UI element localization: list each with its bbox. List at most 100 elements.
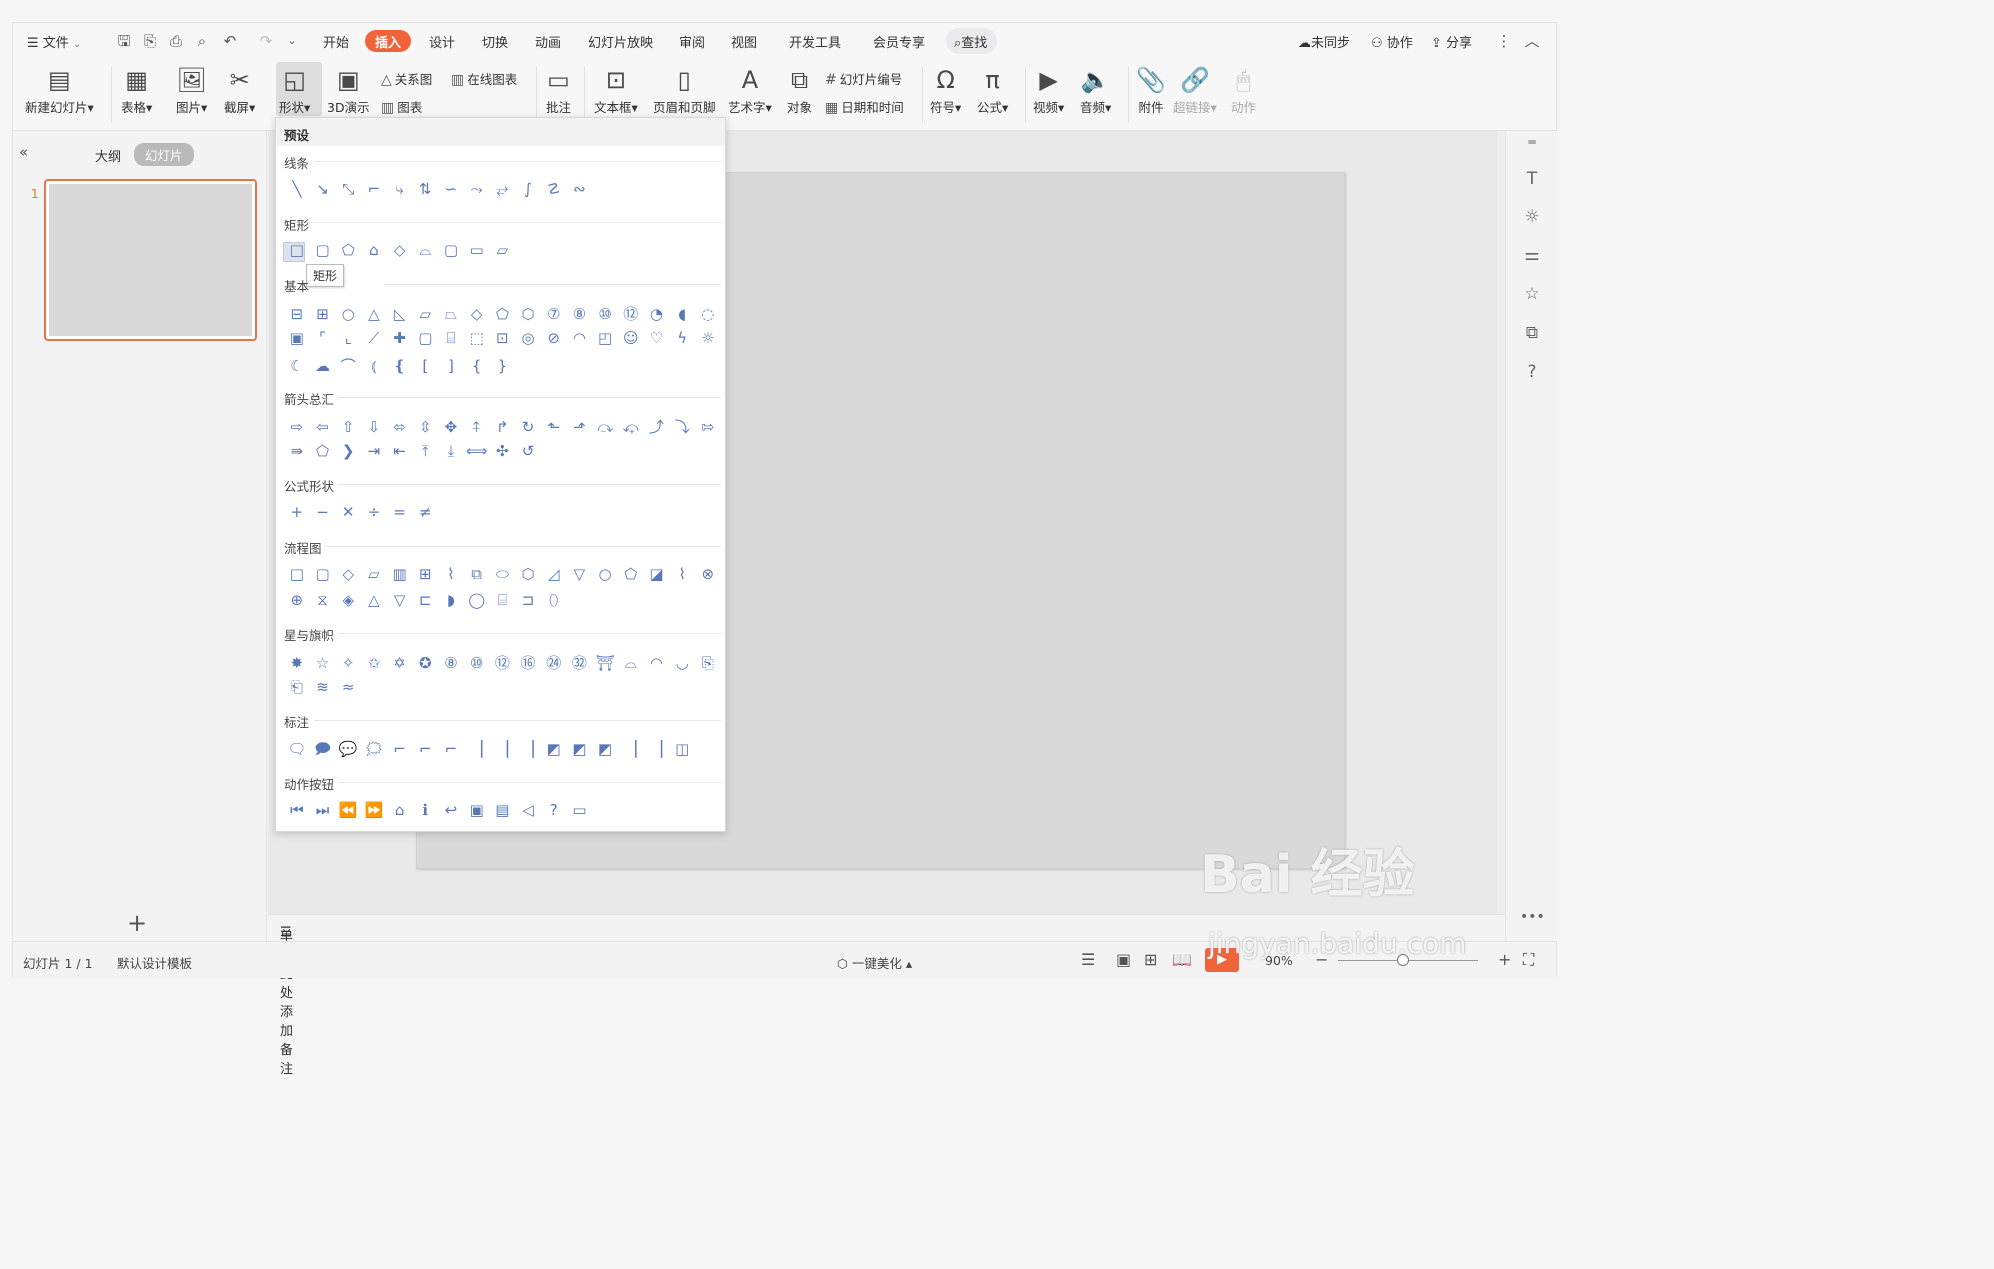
flow-process-icon[interactable]: □ [284, 565, 310, 583]
more-vertical-icon[interactable]: ⋮ [1493, 31, 1515, 51]
tab-outline[interactable]: 大纲 [95, 146, 121, 165]
cube-shape-icon[interactable]: ⬚ [464, 329, 490, 347]
reading-view-icon[interactable]: 📖 [1172, 950, 1192, 969]
customize-chevron-icon[interactable]: ⌄ [281, 31, 303, 51]
smiley-icon[interactable]: ☺ [618, 329, 644, 347]
header-footer-button[interactable]: ▯ 页眉和页脚 [653, 63, 716, 116]
tab-slideshow[interactable]: 幻灯片放映 [588, 32, 653, 51]
star-4-icon[interactable]: ✧ [335, 654, 361, 672]
explosion-icon[interactable]: ✸ [284, 654, 310, 672]
flow-manual-input-icon[interactable]: ◿ [541, 565, 567, 583]
star-8-icon[interactable]: ⑧ [438, 654, 464, 672]
chart-button[interactable]: ▥ 图表 [381, 97, 422, 116]
flow-direct-access-icon[interactable]: ⊐ [515, 591, 541, 609]
plaque-icon[interactable]: ▢ [412, 329, 438, 347]
star-icon[interactable]: ☆ [1520, 284, 1544, 304]
slide-number-button[interactable]: # 幻灯片编号 [825, 69, 902, 88]
textbox-button[interactable]: ⊡ 文本框▾ [594, 63, 638, 116]
line-callout-6-icon[interactable]: ◫ [669, 740, 695, 758]
save-icon[interactable]: 🖫 [113, 31, 135, 51]
curved-right-arrow-icon[interactable]: ⤼ [592, 418, 618, 436]
snip-diagonal-rect-icon[interactable]: ◇ [387, 241, 413, 259]
double-wave-icon[interactable]: ≈ [335, 678, 361, 696]
line-callout-1-accent-icon[interactable]: ▕ [464, 740, 490, 758]
line-callout-2-accent-icon[interactable]: ▕ [490, 740, 516, 758]
double-arrow-line-shape-icon[interactable]: ⤡ [335, 180, 361, 198]
chevron-arrow-icon[interactable]: ❯ [335, 442, 361, 460]
right-triangle-icon[interactable]: ◺ [387, 305, 413, 323]
curve-icon[interactable]: ∫ [515, 180, 541, 198]
sync-status[interactable]: ☁未同步 [1298, 32, 1350, 51]
heart-icon[interactable]: ♡ [644, 329, 670, 347]
rectangle-icon[interactable]: □ [284, 241, 310, 259]
flow-preparation-icon[interactable]: ⬡ [515, 565, 541, 583]
flow-multidocument-icon[interactable]: ⧉ [464, 565, 490, 583]
no-symbol-icon[interactable]: ⊘ [541, 329, 567, 347]
right-arrow-callout-icon[interactable]: ⇥ [361, 442, 387, 460]
heptagon-icon[interactable]: ⑦ [541, 305, 567, 323]
dodecagon-icon[interactable]: ⑫ [618, 303, 644, 324]
action-help-icon[interactable]: ? [541, 801, 567, 819]
rounded-rect-icon[interactable]: ▢ [310, 241, 336, 259]
flow-merge-icon[interactable]: ▽ [387, 591, 413, 609]
up-down-arrow-icon[interactable]: ⇳ [412, 418, 438, 436]
divide-shape-icon[interactable]: ÷ [361, 503, 387, 521]
action-beginning-icon[interactable]: ⏪ [335, 801, 361, 819]
line-callout-1-icon[interactable]: ⌐ [387, 740, 413, 758]
format-painter-icon[interactable]: ⎘ [139, 31, 161, 51]
octagon-icon[interactable]: ⑧ [567, 305, 593, 323]
flow-decision-icon[interactable]: ◇ [335, 565, 361, 583]
curved-up-arrow-icon[interactable]: ⤴ [644, 416, 670, 437]
sliders-icon[interactable]: ⚌ [1520, 245, 1544, 265]
star-24-icon[interactable]: ㉔ [541, 652, 567, 673]
object-button[interactable]: ⧉ 对象 [787, 63, 812, 116]
flow-magnetic-disk-icon[interactable]: ⌸ [490, 591, 516, 609]
left-up-arrow-icon[interactable]: ⬑ [541, 418, 567, 436]
ribbon-down-icon[interactable]: ⌓ [618, 654, 644, 672]
action-return-icon[interactable]: ↩ [438, 801, 464, 819]
attachment-button[interactable]: 📎 附件 [1136, 63, 1166, 116]
hexagon-icon[interactable]: ⬡ [515, 305, 541, 323]
u-turn-arrow-icon[interactable]: ↻ [515, 418, 541, 436]
curved-double-arrow-icon[interactable]: ⥂ [490, 180, 516, 198]
curved-connector-icon[interactable]: ∽ [438, 180, 464, 198]
curved-arrow-connector-icon[interactable]: ⤳ [464, 180, 490, 198]
tab-developer[interactable]: 开发工具 [789, 32, 841, 51]
bent-arrow-icon[interactable]: ↱ [490, 418, 516, 436]
lightning-icon[interactable]: ϟ [669, 329, 695, 347]
star-12-icon[interactable]: ⑫ [490, 652, 516, 673]
flow-offpage-icon[interactable]: ⬠ [618, 565, 644, 583]
elbow-connector-icon[interactable]: ⌐ [361, 180, 387, 198]
arc-icon[interactable]: ⌒ [335, 355, 361, 376]
horizontal-scroll-icon[interactable]: ⎗ [284, 678, 310, 696]
flow-collate-icon[interactable]: ⧖ [310, 591, 336, 609]
pentagon-arrow-icon[interactable]: ⬠ [310, 442, 336, 460]
rect-callout-icon[interactable]: 🗨 [284, 740, 310, 758]
video-button[interactable]: ▶ 视频▾ [1033, 63, 1064, 116]
line-shape-icon[interactable]: ╲ [284, 180, 310, 198]
double-brace-icon[interactable]: ❴ [387, 357, 413, 375]
round-corner-rect-icon[interactable]: ▢ [438, 241, 464, 259]
print-preview-icon[interactable]: ⌕ [191, 31, 213, 51]
tab-home[interactable]: 开始 [323, 32, 349, 51]
share-button[interactable]: ⇪ 分享 [1431, 32, 1472, 51]
chord-icon[interactable]: ◖ [669, 305, 695, 323]
wave-icon[interactable]: ≋ [310, 678, 336, 696]
curved-down-arrow-icon[interactable]: ⤵ [669, 416, 695, 437]
datetime-button[interactable]: ▦ 日期和时间 [825, 97, 904, 116]
shape-button[interactable]: ◱ 形状▾ [279, 63, 310, 116]
round-diagonal-rect-icon[interactable]: ▱ [490, 241, 516, 259]
bevel-icon[interactable]: ⊡ [490, 329, 516, 347]
fit-window-icon[interactable]: ⛶ [1523, 950, 1534, 970]
vertical-textbox-icon[interactable]: ⊞ [310, 305, 336, 323]
diagonal-stripe-icon[interactable]: ⟋ [361, 329, 387, 347]
moon-icon[interactable]: ☾ [284, 357, 310, 375]
flow-display-icon[interactable]: ⬯ [541, 591, 567, 609]
flow-alt-process-icon[interactable]: ▢ [310, 565, 336, 583]
search-box[interactable]: ⌕查找 [946, 28, 998, 54]
parallelogram-icon[interactable]: ▱ [412, 305, 438, 323]
redo-icon[interactable]: ↷ [255, 31, 277, 51]
tab-transition[interactable]: 切换 [482, 32, 508, 51]
file-menu[interactable]: ☰ 文件 ⌄ [27, 32, 81, 51]
star-10-icon[interactable]: ⑩ [464, 654, 490, 672]
